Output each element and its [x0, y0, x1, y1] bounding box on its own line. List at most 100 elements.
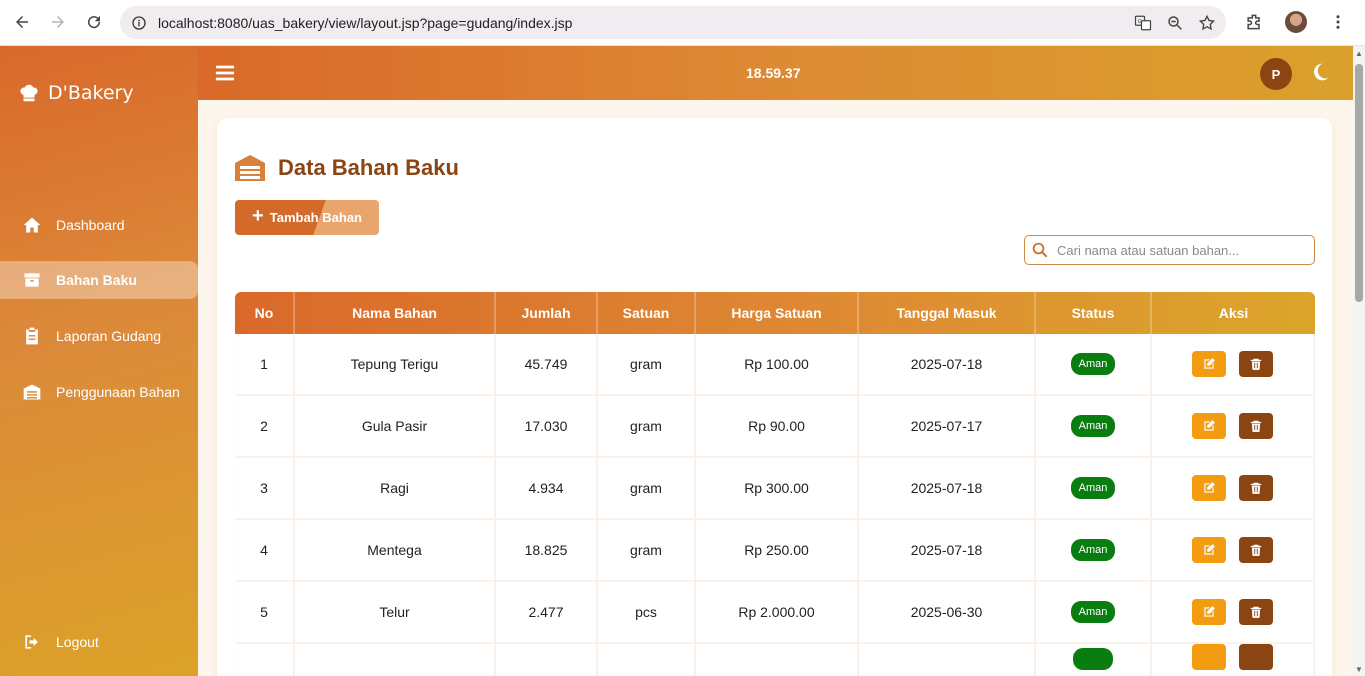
- table-row: 4 Mentega 18.825 gram Rp 250.00 2025-07-18 Ama…: [235, 520, 1315, 582]
- cell-satuan: gram: [598, 334, 696, 396]
- cell-aksi: [1152, 334, 1315, 396]
- bookmark-star-icon[interactable]: [1196, 12, 1218, 34]
- cell-no: 4: [235, 520, 295, 582]
- extensions-icon[interactable]: [1240, 8, 1268, 36]
- trash-icon: [1249, 481, 1263, 495]
- translate-icon[interactable]: G: [1132, 12, 1154, 34]
- url-text: localhost:8080/uas_bakery/view/layout.js…: [158, 14, 573, 31]
- edit-button[interactable]: [1192, 537, 1226, 563]
- svg-text:G: G: [1138, 19, 1142, 25]
- cell-jumlah: 18.825: [496, 520, 598, 582]
- edit-icon: [1202, 357, 1216, 371]
- page-title: Data Bahan Baku: [234, 154, 459, 182]
- table-body: 1 Tepung Terigu 45.749 gram Rp 100.00 2025-07…: [235, 334, 1315, 676]
- site-info-icon[interactable]: [130, 14, 148, 32]
- home-icon: [20, 214, 44, 236]
- header-aksi: Aksi: [1218, 305, 1249, 321]
- profile-avatar[interactable]: [1282, 8, 1310, 36]
- delete-button[interactable]: [1239, 644, 1273, 670]
- add-bahan-label: Tambah Bahan: [269, 210, 362, 225]
- edit-button[interactable]: [1192, 413, 1226, 439]
- cell: [295, 644, 496, 676]
- user-avatar[interactable]: P: [1260, 58, 1292, 90]
- table-header: No Nama Bahan Jumlah Satuan Harga Satuan…: [235, 292, 1315, 334]
- cell: [859, 644, 1036, 676]
- chef-hat-icon: [20, 84, 38, 102]
- reload-button[interactable]: [76, 4, 112, 40]
- search-input[interactable]: [1057, 242, 1307, 258]
- header-harga-satuan[interactable]: Harga Satuan: [696, 292, 859, 334]
- add-bahan-button[interactable]: + Tambah Bahan: [235, 200, 379, 235]
- table-row: [235, 644, 1315, 676]
- edit-button[interactable]: [1192, 599, 1226, 625]
- cell-tanggal-masuk: 2025-07-18: [859, 458, 1036, 520]
- scroll-up-arrow[interactable]: ▲: [1355, 50, 1363, 58]
- cell: [598, 644, 696, 676]
- status-badge: [1072, 648, 1114, 670]
- table-row: 5 Telur 2.477 pcs Rp 2.000.00 2025-06-30 Aman: [235, 582, 1315, 644]
- cell-status: Aman: [1036, 334, 1152, 396]
- address-bar[interactable]: localhost:8080/uas_bakery/view/layout.js…: [120, 6, 1226, 39]
- cell-status: Aman: [1036, 396, 1152, 458]
- edit-icon: [1202, 605, 1216, 619]
- delete-button[interactable]: [1239, 475, 1273, 501]
- sidebar-item-label: Bahan Baku: [56, 272, 137, 288]
- cell-aksi: [1152, 520, 1315, 582]
- sidebar-item-bahan-baku[interactable]: Bahan Baku: [0, 261, 198, 299]
- cell-satuan: pcs: [598, 582, 696, 644]
- edit-icon: [1202, 543, 1216, 557]
- brand[interactable]: D'Bakery: [18, 82, 134, 104]
- header-satuan[interactable]: Satuan: [598, 292, 696, 334]
- cell-satuan: gram: [598, 458, 696, 520]
- cell-tanggal-masuk: 2025-06-30: [859, 582, 1036, 644]
- sidebar-item-label: Laporan Gudang: [56, 328, 162, 344]
- header-nama-bahan[interactable]: Nama Bahan: [295, 292, 496, 334]
- status-badge: Aman: [1070, 353, 1116, 375]
- page-scrollbar[interactable]: ▲ ▼: [1353, 46, 1365, 676]
- logout-icon: [20, 631, 44, 653]
- reload-icon: [88, 16, 101, 29]
- cell-harga-satuan: Rp 300.00: [696, 458, 859, 520]
- table-row: 3 Ragi 4.934 gram Rp 300.00 2025-07-18 Aman: [235, 458, 1315, 520]
- header-tanggal-masuk[interactable]: Tanggal Masuk: [859, 292, 1036, 334]
- plus-icon: +: [252, 205, 264, 227]
- header-jumlah[interactable]: Jumlah: [496, 292, 598, 334]
- hamburger-menu-icon[interactable]: [214, 62, 236, 84]
- sidebar-item-dashboard[interactable]: Dashboard: [0, 206, 198, 244]
- scroll-thumb[interactable]: [1355, 64, 1363, 302]
- edit-button[interactable]: [1192, 475, 1226, 501]
- delete-button[interactable]: [1239, 537, 1273, 563]
- header-no[interactable]: No: [235, 292, 295, 334]
- table-row: 2 Gula Pasir 17.030 gram Rp 90.00 2025-07-17 A…: [235, 396, 1315, 458]
- trash-icon: [1249, 543, 1263, 557]
- edit-button[interactable]: [1192, 644, 1226, 670]
- delete-button[interactable]: [1239, 351, 1273, 377]
- forward-button[interactable]: [40, 4, 76, 40]
- sidebar-item-penggunaan-bahan[interactable]: Penggunaan Bahan: [0, 373, 198, 411]
- search-box: [1024, 235, 1315, 265]
- back-button[interactable]: [4, 4, 40, 40]
- scroll-down-arrow[interactable]: ▼: [1355, 666, 1363, 674]
- cell: [235, 644, 295, 676]
- sidebar-item-laporan-gudang[interactable]: Laporan Gudang: [0, 317, 198, 355]
- sidebar-item-label: Penggunaan Bahan: [56, 384, 180, 400]
- cell-satuan: gram: [598, 396, 696, 458]
- trash-icon: [1249, 357, 1263, 371]
- edit-icon: [1202, 481, 1216, 495]
- edit-button[interactable]: [1192, 351, 1226, 377]
- cell-jumlah: 2.477: [496, 582, 598, 644]
- delete-button[interactable]: [1239, 413, 1273, 439]
- header-status[interactable]: Status: [1036, 292, 1152, 334]
- cell: [496, 644, 598, 676]
- chrome-menu-icon[interactable]: [1324, 8, 1352, 36]
- cell-nama-bahan: Telur: [295, 582, 496, 644]
- brand-name: D'Bakery: [48, 82, 134, 104]
- dark-mode-moon-icon[interactable]: [1310, 62, 1330, 82]
- arrow-left-icon: [16, 16, 28, 28]
- logout-button[interactable]: Logout: [0, 623, 198, 661]
- zoom-icon[interactable]: [1164, 12, 1186, 34]
- cell-jumlah: 45.749: [496, 334, 598, 396]
- cell-status: Aman: [1036, 520, 1152, 582]
- clock: 18.59.37: [746, 65, 801, 81]
- delete-button[interactable]: [1239, 599, 1273, 625]
